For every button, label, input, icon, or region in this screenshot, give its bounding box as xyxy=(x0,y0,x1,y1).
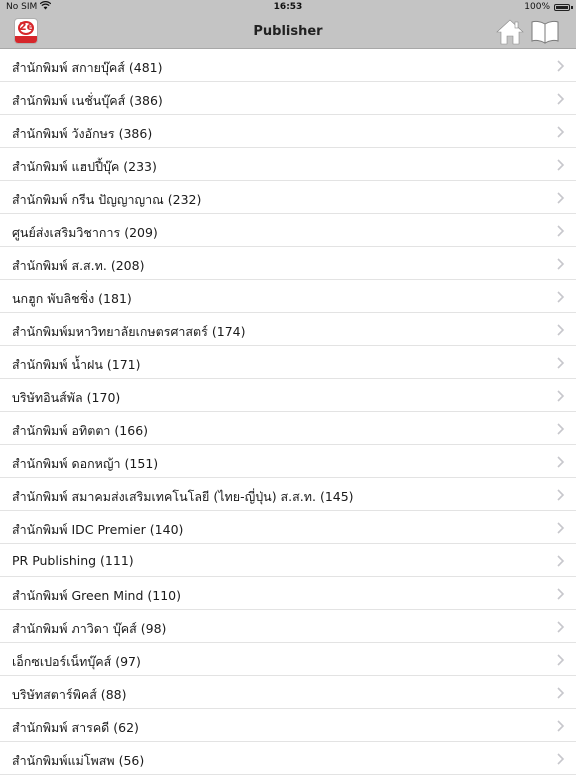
navigation-bar: 2e Publisher xyxy=(0,16,576,49)
chevron-right-icon xyxy=(557,555,565,567)
status-bar: No SIM 16:53 100% xyxy=(0,0,576,16)
chevron-right-icon xyxy=(557,225,565,237)
publisher-row[interactable]: สำนักพิมพ์ สกายบุ๊คส์ (481) xyxy=(0,49,576,82)
publisher-row[interactable]: สำนักพิมพ์ น้ำฝน (171) xyxy=(0,346,576,379)
publisher-row[interactable]: สำนักพิมพ์ สมาคมส่งเสริมเทคโนโลยี (ไทย-ญ… xyxy=(0,478,576,511)
publisher-row[interactable]: สำนักพิมพ์ วังอักษร (386) xyxy=(0,115,576,148)
publisher-label: สำนักพิมพ์ IDC Premier (140) xyxy=(12,522,184,537)
publisher-label: สำนักพิมพ์ น้ำฝน (171) xyxy=(12,357,141,372)
battery-percent: 100% xyxy=(524,2,550,12)
publisher-row[interactable]: เอ็กซเปอร์เน็ทบุ๊คส์ (97) xyxy=(0,643,576,676)
battery-icon xyxy=(554,4,570,11)
publisher-label: นกฮูก พับลิชชิ่ง (181) xyxy=(12,291,132,306)
chevron-right-icon xyxy=(557,654,565,666)
chevron-right-icon xyxy=(557,159,565,171)
publisher-label: เอ็กซเปอร์เน็ทบุ๊คส์ (97) xyxy=(12,654,141,669)
publisher-row[interactable]: สำนักพิมพ์ IDC Premier (140) xyxy=(0,511,576,544)
publisher-row[interactable]: สำนักพิมพ์มหาวิทยาลัยเกษตรศาสตร์ (174) xyxy=(0,313,576,346)
book-icon xyxy=(531,20,559,44)
publisher-label: สำนักพิมพ์ ส.ส.ท. (208) xyxy=(12,258,145,273)
publisher-label: สำนักพิมพ์มหาวิทยาลัยเกษตรศาสตร์ (174) xyxy=(12,324,246,339)
publisher-label: PR Publishing (111) xyxy=(12,553,134,568)
publisher-label: สำนักพิมพ์แม่โพสพ (56) xyxy=(12,753,145,768)
publisher-row[interactable]: สำนักพิมพ์ อทิตตา (166) xyxy=(0,412,576,445)
clock: 16:53 xyxy=(273,2,303,12)
chevron-right-icon xyxy=(557,489,565,501)
publisher-row[interactable]: สำนักพิมพ์แม่โพสพ (56) xyxy=(0,742,576,775)
publisher-label: สำนักพิมพ์ Green Mind (110) xyxy=(12,588,181,603)
chevron-right-icon xyxy=(557,126,565,138)
publisher-label: บริษัทอินส์พัล (170) xyxy=(12,390,121,405)
chevron-right-icon xyxy=(557,456,565,468)
chevron-right-icon xyxy=(557,357,565,369)
chevron-right-icon xyxy=(557,753,565,765)
publisher-label: สำนักพิมพ์ กรีน ปัญญาญาณ (232) xyxy=(12,192,202,207)
chevron-right-icon xyxy=(557,291,565,303)
publisher-row[interactable]: บริษัทอินส์พัล (170) xyxy=(0,379,576,412)
chevron-right-icon xyxy=(557,720,565,732)
chevron-right-icon xyxy=(557,522,565,534)
chevron-right-icon xyxy=(557,93,565,105)
chevron-right-icon xyxy=(557,687,565,699)
book-button[interactable] xyxy=(530,19,560,45)
chevron-right-icon xyxy=(557,621,565,633)
publisher-row[interactable]: สำนักพิมพ์ เนชั่นบุ๊คส์ (386) xyxy=(0,82,576,115)
publisher-row[interactable]: สำนักพิมพ์ Green Mind (110) xyxy=(0,577,576,610)
battery-tip xyxy=(571,6,573,9)
home-button[interactable] xyxy=(496,18,524,46)
publisher-row[interactable]: สำนักพิมพ์ สารคดี (62) xyxy=(0,709,576,742)
publisher-list: สำนักพิมพ์ สกายบุ๊คส์ (481) สำนักพิมพ์ เน… xyxy=(0,49,576,775)
chevron-right-icon xyxy=(557,60,565,72)
publisher-row[interactable]: นกฮูก พับลิชชิ่ง (181) xyxy=(0,280,576,313)
publisher-label: สำนักพิมพ์ สารคดี (62) xyxy=(12,720,139,735)
publisher-label: ศูนย์ส่งเสริมวิชาการ (209) xyxy=(12,225,158,240)
publisher-label: สำนักพิมพ์ ดอกหญ้า (151) xyxy=(12,456,159,471)
publisher-label: สำนักพิมพ์ เนชั่นบุ๊คส์ (386) xyxy=(12,93,163,108)
publisher-label: สำนักพิมพ์ สกายบุ๊คส์ (481) xyxy=(12,60,163,75)
publisher-row[interactable]: สำนักพิมพ์ กรีน ปัญญาญาณ (232) xyxy=(0,181,576,214)
chevron-right-icon xyxy=(557,192,565,204)
chevron-right-icon xyxy=(557,258,565,270)
chevron-right-icon xyxy=(557,324,565,336)
page-title: Publisher xyxy=(253,24,323,39)
publisher-label: สำนักพิมพ์ แฮปปี้บุ๊ค (233) xyxy=(12,159,157,174)
publisher-row[interactable]: บริษัทสตาร์พิคส์ (88) xyxy=(0,676,576,709)
home-icon xyxy=(496,19,524,45)
chevron-right-icon xyxy=(557,588,565,600)
publisher-label: สำนักพิมพ์ สมาคมส่งเสริมเทคโนโลยี (ไทย-ญ… xyxy=(12,489,354,504)
publisher-row[interactable]: สำนักพิมพ์ ภาวิดา บุ๊คส์ (98) xyxy=(0,610,576,643)
publisher-row[interactable]: สำนักพิมพ์ ดอกหญ้า (151) xyxy=(0,445,576,478)
publisher-label: สำนักพิมพ์ อทิตตา (166) xyxy=(12,423,149,438)
publisher-row[interactable]: PR Publishing (111) xyxy=(0,544,576,577)
publisher-label: สำนักพิมพ์ วังอักษร (386) xyxy=(12,126,153,141)
chevron-right-icon xyxy=(557,423,565,435)
publisher-row[interactable]: สำนักพิมพ์ ส.ส.ท. (208) xyxy=(0,247,576,280)
publisher-row[interactable]: สำนักพิมพ์ แฮปปี้บุ๊ค (233) xyxy=(0,148,576,181)
publisher-label: บริษัทสตาร์พิคส์ (88) xyxy=(12,687,127,702)
chevron-right-icon xyxy=(557,390,565,402)
publisher-row[interactable]: ศูนย์ส่งเสริมวิชาการ (209) xyxy=(0,214,576,247)
publisher-label: สำนักพิมพ์ ภาวิดา บุ๊คส์ (98) xyxy=(12,621,167,636)
